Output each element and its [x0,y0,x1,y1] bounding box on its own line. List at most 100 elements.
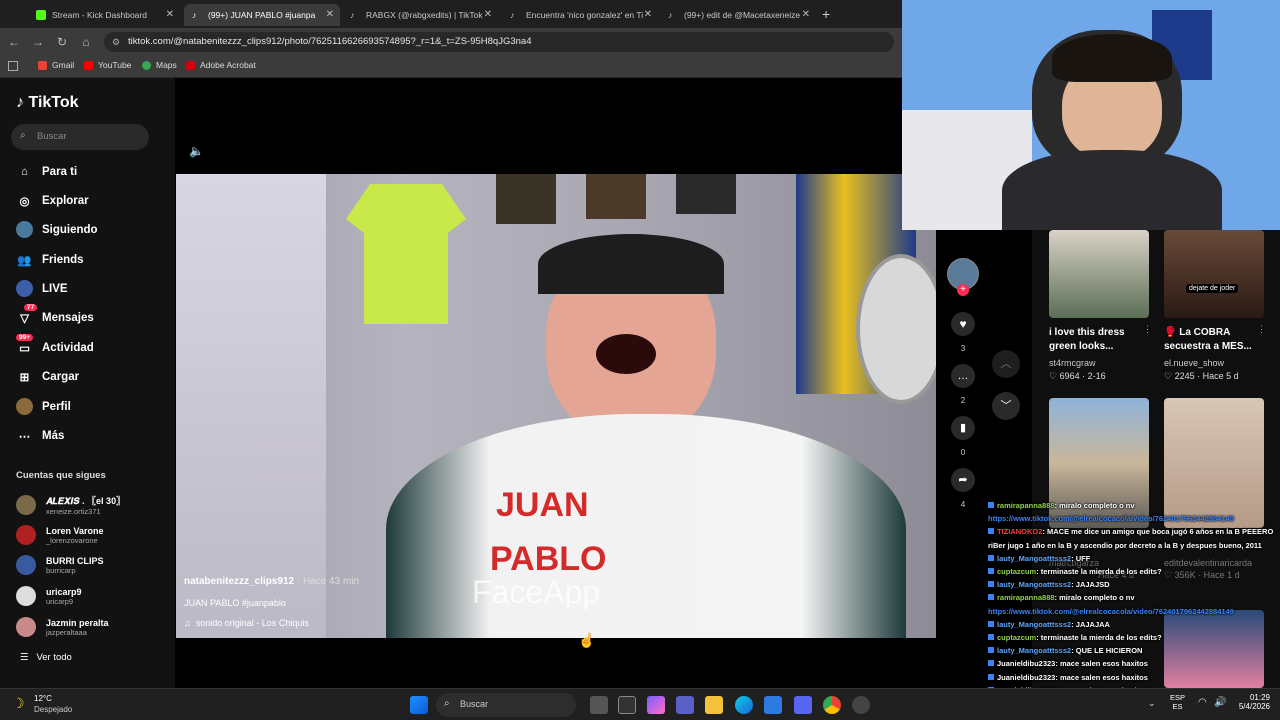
following-item[interactable]: 𝑨𝑳𝑬𝑿𝑰𝑺 . 〖el 30〗 xeneize.ortiz371 [16,494,125,516]
chat-user[interactable]: ramirapanna888 [997,593,1055,602]
tab-rabgx[interactable]: ♪ RABGX (@rabgxedits) | TikTok ✕ [342,4,498,26]
suggested-thumb[interactable]: dejate de joder [1164,230,1264,318]
suggested-user[interactable]: editdevalentinaricarda [1164,558,1252,568]
site-info-icon[interactable]: ⚙ [112,32,120,52]
bookmark-youtube[interactable]: YouTube [84,60,131,70]
volume-icon[interactable]: 🔊 [1214,697,1226,708]
clock[interactable]: 01:29 5/4/2026 [1230,693,1270,711]
file-explorer-icon[interactable] [705,696,723,714]
compass-icon: ◎ [19,195,30,208]
more-options-icon[interactable]: ⋮ [1143,324,1152,335]
close-icon[interactable]: ✕ [802,9,810,20]
more-options-icon[interactable]: ⋮ [1257,324,1266,335]
like-icon[interactable]: ♥ [951,312,975,336]
search-input[interactable]: ⌕ Buscar [11,124,149,150]
nav-mensajes[interactable]: ▽ Mensajes 77 [16,304,94,326]
back-icon[interactable]: ← [6,34,22,50]
bookmark-gmail[interactable]: Gmail [38,60,74,70]
teams-icon[interactable] [676,696,694,714]
video-player[interactable]: JUAN PABLO FaceApp natabenitezzz_clips91… [176,174,936,638]
bookmark-icon[interactable]: ▮ [951,416,975,440]
apps-icon[interactable] [8,61,18,71]
language-indicator[interactable]: ESP ES [1170,693,1185,711]
nav-label: Actividad [42,341,94,354]
tab-juan-pablo[interactable]: ♪ (99+) JUAN PABLO #juanpa ✕ [184,4,340,26]
windows-start-icon[interactable] [410,696,428,714]
chevron-up-icon[interactable]: ︿ [992,350,1020,378]
follow-plus-icon[interactable]: + [957,284,969,296]
suggested-user[interactable]: el.nueve_show [1164,358,1224,368]
following-item[interactable]: Jazmin peralta jazperaltaaa [16,617,109,637]
volume-icon[interactable]: 🔈 [189,144,204,158]
nav-perfil[interactable]: Perfil [16,398,71,415]
post-sound[interactable]: ♫ sonido original - Los Chiquis [184,618,309,628]
forward-icon[interactable]: → [30,34,46,50]
copilot-icon[interactable] [647,696,665,714]
nav-actividad[interactable]: ▭ Actividad 99+ [16,334,94,356]
home-icon[interactable]: ⌂ [78,34,94,50]
see-all-link[interactable]: ☰ Ver todo [20,652,72,663]
weather-desc[interactable]: Despejado [34,705,72,714]
store-icon[interactable] [764,696,782,714]
edge-icon[interactable] [735,696,753,714]
nav-cargar[interactable]: ⊞ Cargar [16,368,79,385]
chat-user[interactable]: Juanieldibu2323 [997,673,1055,682]
chevron-down-icon[interactable]: ﹀ [992,392,1020,420]
chat-user[interactable]: TIZIANOKO2 [997,527,1042,536]
close-icon[interactable]: ✕ [484,9,492,20]
app-icon[interactable] [618,696,636,714]
close-icon[interactable]: ✕ [644,9,652,20]
suggested-thumb[interactable] [1164,610,1264,688]
chat-user[interactable]: lauty_Mangoatttsss2 [997,554,1071,563]
suggested-thumb[interactable] [1049,230,1149,318]
chrome-icon[interactable] [823,696,841,714]
comment-icon[interactable]: … [951,364,975,388]
nav-mas[interactable]: ⋯ Más [16,427,65,444]
weather-temp[interactable]: 12°C [34,694,52,703]
nav-explorar[interactable]: ◎ Explorar [16,192,88,209]
chat-user[interactable]: cuptazcum [997,567,1036,576]
tab-nico[interactable]: ♪ Encuentra 'nico gonzalez' en Ti ✕ [502,4,658,26]
tiktok-logo[interactable]: ♪ TikTok [16,94,79,112]
nav-live[interactable]: LIVE [16,280,68,297]
shirt [1002,150,1222,230]
taskbar-search[interactable]: ⌕ Buscar [436,693,576,717]
suggested-thumb[interactable] [1164,398,1264,528]
settings-icon[interactable] [852,696,870,714]
close-icon[interactable]: ✕ [166,9,174,20]
post-author[interactable]: natabenitezzz_clips912 [184,576,294,587]
suggested-user[interactable]: st4rmcgraw [1049,358,1096,368]
nav-para-ti[interactable]: ⌂ Para ti [16,163,77,180]
following-item[interactable]: uricarp9 uricarp9 [16,586,82,606]
chat-message: ramirapanna888: miralo completo o nv [988,501,1135,510]
tab-edit[interactable]: ♪ (99+) edit de @Macetaxeneize ✕ [660,4,816,26]
share-icon[interactable]: ➦ [951,468,975,492]
chat-user[interactable]: lauty_Mangoatttsss2 [997,580,1071,589]
kick-icon [36,10,46,20]
chat-user[interactable]: lauty_Mangoatttsss2 [997,620,1071,629]
share-count: 4 [960,500,966,509]
close-icon[interactable]: ✕ [326,9,334,20]
chat-user[interactable]: ramirapanna888 [997,501,1055,510]
nav-siguiendo[interactable]: Siguiendo [16,221,98,238]
bookmark-acrobat[interactable]: Adobe Acrobat [186,60,256,70]
lang-1: ESP [1170,693,1186,702]
reload-icon[interactable]: ↻ [54,34,70,50]
bookmark-maps[interactable]: Maps [142,60,177,70]
chat-user[interactable]: lauty_Mangoatttsss2 [997,646,1071,655]
search-icon: ⌕ [20,130,26,141]
url-field[interactable]: ⚙ tiktok.com/@natabenitezzz_clips912/pho… [104,32,894,52]
chat-user[interactable]: Juanieldibu2323 [997,659,1055,668]
suggested-title[interactable]: 🥊 La COBRA secuestra a MES... [1164,326,1256,354]
suggested-title[interactable]: i love this dress green looks... [1049,326,1141,354]
following-item[interactable]: BURRI CLIPS burricarp [16,555,104,575]
wifi-icon[interactable]: ◠ [1198,697,1207,708]
task-view-icon[interactable] [590,696,608,714]
new-tab-button[interactable]: + [822,6,830,22]
tab-kick[interactable]: Stream - Kick Dashboard ✕ [28,4,180,26]
nav-friends[interactable]: 👥 Friends [16,251,83,268]
following-item[interactable]: Loren Varone _lorenzovarone [16,525,104,545]
discord-icon[interactable] [794,696,812,714]
chat-user[interactable]: cuptazcum [997,633,1036,642]
tray-arrow-icon[interactable]: ⌄ [1148,698,1156,709]
